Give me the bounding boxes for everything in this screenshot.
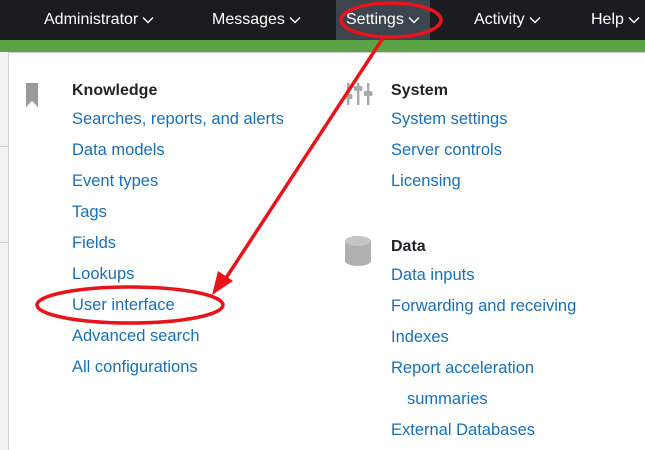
menu-item-report-acceleration[interactable]: Report acceleration bbox=[391, 359, 534, 378]
menu-item-data-models[interactable]: Data models bbox=[72, 141, 165, 160]
sliders-icon bbox=[344, 81, 374, 112]
chevron-down-icon bbox=[142, 0, 154, 40]
menu-item-all-configurations[interactable]: All configurations bbox=[72, 358, 198, 377]
nav-activity-label: Activity bbox=[474, 11, 525, 29]
menu-item-server-controls[interactable]: Server controls bbox=[391, 141, 502, 160]
menu-item-lookups[interactable]: Lookups bbox=[72, 265, 134, 284]
menu-item-system-settings[interactable]: System settings bbox=[391, 110, 507, 129]
nav-administrator[interactable]: Administrator bbox=[44, 0, 154, 40]
settings-dropdown-menu: Knowledge Searches, reports, and alerts … bbox=[9, 52, 645, 450]
bookmark-icon bbox=[26, 83, 38, 112]
menu-item-event-types[interactable]: Event types bbox=[72, 172, 158, 191]
chevron-down-icon bbox=[628, 0, 640, 40]
chevron-down-icon bbox=[529, 0, 541, 40]
menu-item-data-inputs[interactable]: Data inputs bbox=[391, 266, 474, 285]
section-title-system: System bbox=[391, 82, 448, 99]
nav-messages-label: Messages bbox=[212, 11, 285, 29]
nav-help[interactable]: Help bbox=[591, 0, 640, 40]
chevron-down-icon bbox=[408, 0, 420, 40]
menu-item-advanced-search[interactable]: Advanced search bbox=[72, 327, 200, 346]
menu-item-external-databases[interactable]: External Databases bbox=[391, 421, 535, 440]
menu-item-fields[interactable]: Fields bbox=[72, 234, 116, 253]
screenshot-frame: Administrator Messages Settings Activity… bbox=[0, 0, 645, 450]
menu-item-licensing[interactable]: Licensing bbox=[391, 172, 461, 191]
section-title-data: Data bbox=[391, 238, 426, 255]
nav-administrator-label: Administrator bbox=[44, 11, 139, 29]
nav-activity[interactable]: Activity bbox=[474, 0, 541, 40]
nav-messages[interactable]: Messages bbox=[212, 0, 301, 40]
background-page-edge bbox=[0, 52, 9, 450]
nav-help-label: Help bbox=[591, 11, 624, 29]
nav-settings-label: Settings bbox=[346, 11, 404, 29]
top-nav-bar: Administrator Messages Settings Activity… bbox=[0, 0, 645, 40]
menu-item-report-acceleration-summaries[interactable]: summaries bbox=[407, 390, 488, 409]
chevron-down-icon bbox=[289, 0, 301, 40]
nav-settings[interactable]: Settings bbox=[336, 0, 430, 40]
database-icon bbox=[345, 236, 371, 271]
menu-item-indexes[interactable]: Indexes bbox=[391, 328, 449, 347]
menu-item-tags[interactable]: Tags bbox=[72, 203, 107, 222]
menu-item-searches-reports-alerts[interactable]: Searches, reports, and alerts bbox=[72, 110, 284, 129]
section-title-knowledge: Knowledge bbox=[72, 82, 158, 99]
app-accent-bar bbox=[0, 40, 645, 52]
menu-item-user-interface[interactable]: User interface bbox=[72, 296, 175, 315]
menu-item-forwarding-receiving[interactable]: Forwarding and receiving bbox=[391, 297, 576, 316]
